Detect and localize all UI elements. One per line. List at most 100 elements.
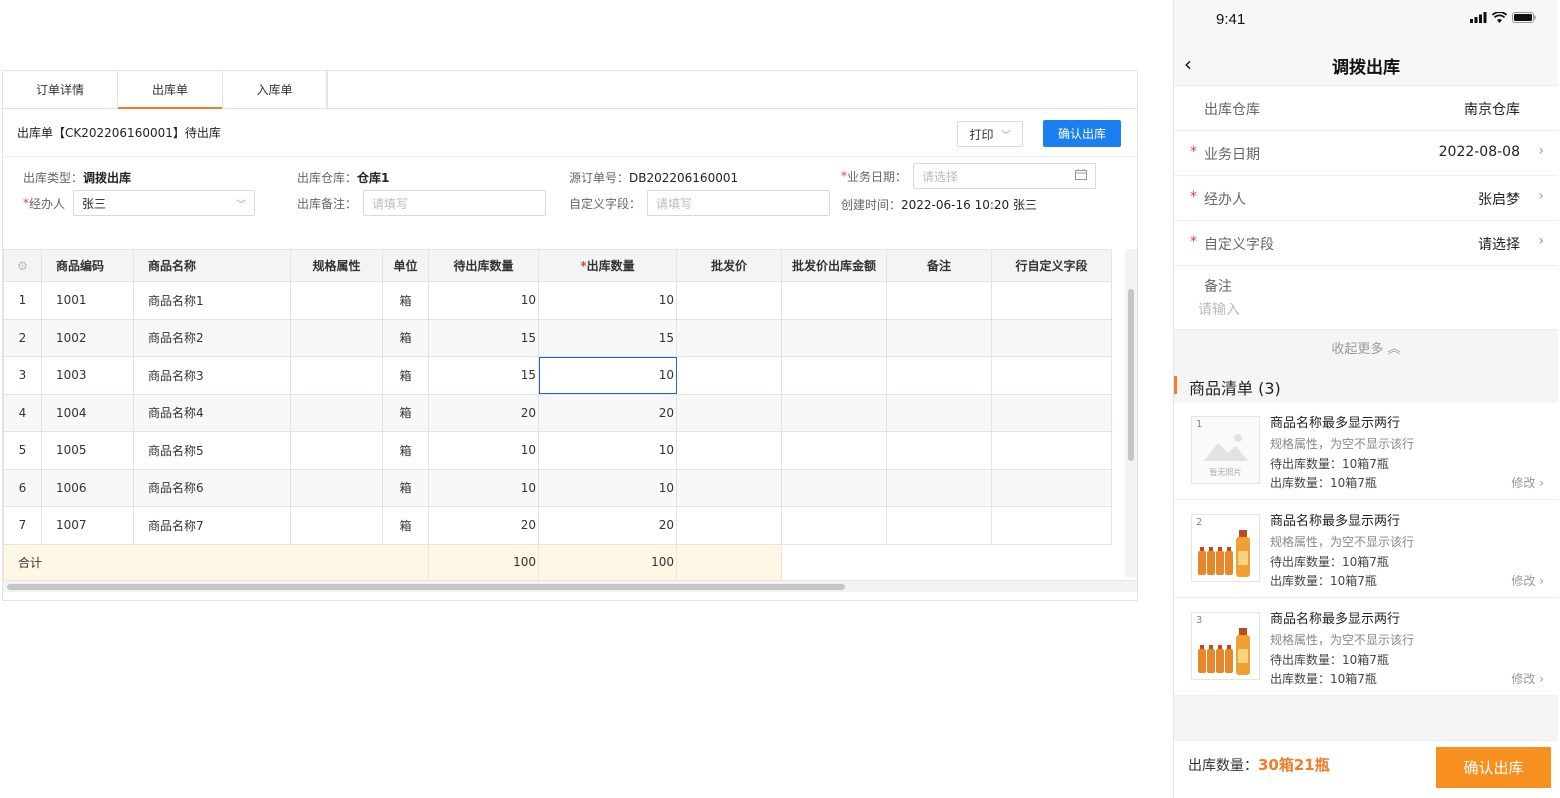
edit-link[interactable]: 修改 › bbox=[1511, 572, 1544, 589]
cell-row-custom[interactable] bbox=[991, 356, 1112, 395]
calendar-icon bbox=[1075, 169, 1088, 183]
item-out: 出库数量：10箱7瓶 bbox=[1270, 574, 1377, 588]
goods-table-wrapper: ⚙ 商品编码 商品名称 规格属性 单位 待出库数量 *出库数量 批发价 批发价出… bbox=[3, 249, 1112, 581]
col-header-price: 批发价 bbox=[676, 249, 782, 282]
cell-row-custom[interactable] bbox=[991, 281, 1112, 320]
row-index: 5 bbox=[3, 431, 42, 470]
total-empty bbox=[886, 544, 992, 580]
note-row[interactable]: 备注 请输入 bbox=[1174, 266, 1558, 330]
scrollbar-thumb[interactable] bbox=[7, 584, 845, 590]
cell-amount bbox=[781, 431, 887, 470]
cell-row-custom[interactable] bbox=[991, 468, 1112, 507]
cell-out-qty[interactable]: 10 bbox=[538, 468, 677, 507]
cell-spec bbox=[290, 318, 383, 357]
chevron-up-icon: ︽ bbox=[1387, 342, 1401, 357]
cell-remark[interactable] bbox=[886, 318, 992, 357]
cell-amount bbox=[781, 393, 887, 432]
custom-input[interactable]: 请填写 bbox=[647, 190, 831, 216]
cell-row-custom[interactable] bbox=[991, 506, 1112, 545]
cell-price bbox=[676, 281, 782, 320]
handler-row[interactable]: * 经办人 张启梦 › bbox=[1174, 176, 1558, 221]
note-placeholder[interactable]: 请输入 bbox=[1198, 299, 1240, 319]
remark-input[interactable]: 请填写 bbox=[363, 190, 547, 216]
cell-out-qty-editing[interactable]: 10 bbox=[538, 356, 677, 395]
source-order-field: 源订单号： DB202206160001 bbox=[569, 169, 738, 186]
cell-code: 1006 bbox=[41, 468, 134, 507]
item-out: 出库数量：10箱7瓶 bbox=[1270, 672, 1377, 686]
date-picker[interactable]: 请选择 bbox=[913, 163, 1097, 189]
custom-value: 请选择 bbox=[1478, 237, 1520, 253]
collapse-more-toggle[interactable]: 收起更多 ︽ bbox=[1174, 330, 1558, 370]
item-pending: 待出库数量：10箱7瓶 bbox=[1270, 457, 1389, 471]
confirm-outbound-button[interactable]: 确认出库 bbox=[1436, 747, 1551, 788]
required-mark: * bbox=[1190, 234, 1197, 250]
cell-pending: 10 bbox=[428, 281, 539, 320]
tab-inbound-order[interactable]: 入库单 bbox=[222, 71, 327, 108]
item-name: 商品名称最多显示两行 bbox=[1270, 514, 1401, 529]
vertical-scrollbar[interactable] bbox=[1125, 249, 1137, 577]
scrollbar-thumb[interactable] bbox=[1128, 289, 1134, 461]
cell-row-custom[interactable] bbox=[991, 393, 1112, 432]
item-pending: 待出库数量：10箱7瓶 bbox=[1270, 555, 1389, 569]
section-accent-bar bbox=[1174, 376, 1177, 394]
horizontal-scrollbar[interactable] bbox=[3, 580, 1137, 592]
custom-label: 自定义字段 bbox=[1204, 237, 1274, 253]
tab-order-detail[interactable]: 订单详情 bbox=[3, 71, 118, 108]
note-label: 备注 bbox=[1204, 279, 1232, 295]
cell-remark[interactable] bbox=[886, 393, 992, 432]
order-header: 出库单【CK202206160001】待出库 打印 ﹀ 确认出库 bbox=[3, 109, 1137, 157]
tab-outbound-order[interactable]: 出库单 bbox=[118, 71, 222, 109]
cell-out-qty[interactable]: 20 bbox=[538, 506, 677, 545]
custom-field-row[interactable]: * 自定义字段 请选择 › bbox=[1174, 221, 1558, 266]
date-placeholder: 请选择 bbox=[922, 169, 959, 184]
cell-name: 商品名称6 bbox=[133, 468, 291, 507]
cell-price bbox=[676, 506, 782, 545]
cell-spec bbox=[290, 468, 383, 507]
order-form: 出库类型： 调拨出库 出库仓库： 仓库1 源订单号： DB20220616000… bbox=[3, 157, 1137, 249]
confirm-outbound-button[interactable]: 确认出库 bbox=[1043, 120, 1121, 147]
cell-spec bbox=[290, 356, 383, 395]
cell-remark[interactable] bbox=[886, 506, 992, 545]
cell-unit: 箱 bbox=[382, 318, 429, 357]
cell-remark[interactable] bbox=[886, 468, 992, 507]
required-mark: * bbox=[1190, 189, 1197, 205]
column-settings-icon[interactable]: ⚙ bbox=[3, 249, 42, 282]
created-field: 创建时间： 2022-06-16 10:20 张三 bbox=[841, 196, 1037, 213]
print-label: 打印 bbox=[969, 127, 994, 142]
cell-out-qty[interactable]: 10 bbox=[538, 281, 677, 320]
status-icons bbox=[1470, 11, 1536, 26]
goods-list-title: 商品清单 (3) bbox=[1189, 379, 1281, 398]
date-row[interactable]: * 业务日期 2022-08-08 › bbox=[1174, 131, 1558, 176]
edit-link[interactable]: 修改 › bbox=[1511, 474, 1544, 491]
col-header-remark: 备注 bbox=[886, 249, 992, 282]
cell-remark[interactable] bbox=[886, 281, 992, 320]
cell-code: 1002 bbox=[41, 318, 134, 357]
table-row: 1 1001 商品名称1 箱 10 10 bbox=[3, 281, 1112, 320]
cell-pending: 20 bbox=[428, 506, 539, 545]
warehouse-field: 出库仓库： 仓库1 bbox=[297, 169, 389, 186]
cell-spec bbox=[290, 506, 383, 545]
warehouse-value: 仓库1 bbox=[357, 171, 390, 185]
cell-row-custom[interactable] bbox=[991, 431, 1112, 470]
cell-out-qty[interactable]: 10 bbox=[538, 431, 677, 470]
cell-price bbox=[676, 393, 782, 432]
custom-placeholder: 请填写 bbox=[656, 196, 693, 211]
cell-amount bbox=[781, 468, 887, 507]
cell-remark[interactable] bbox=[886, 356, 992, 395]
print-button[interactable]: 打印 ﹀ bbox=[957, 121, 1023, 147]
remark-field: 出库备注： 请填写 bbox=[297, 190, 547, 216]
item-attr: 规格属性，为空不显示该行 bbox=[1270, 633, 1415, 647]
product-image-placeholder: 1 暂无照片 bbox=[1191, 416, 1260, 484]
cell-unit: 箱 bbox=[382, 506, 429, 545]
total-label: 合计 bbox=[3, 543, 429, 581]
item-name: 商品名称最多显示两行 bbox=[1270, 612, 1401, 627]
cell-row-custom[interactable] bbox=[991, 318, 1112, 357]
handler-select[interactable]: 张三 ﹀ bbox=[73, 190, 256, 216]
edit-link[interactable]: 修改 › bbox=[1511, 670, 1544, 687]
cell-out-qty[interactable]: 15 bbox=[538, 318, 677, 357]
mobile-screen: 9:41 ‹ 调拨出库 出库仓库 南京仓库 * 业务日期 2022-08-08 … bbox=[1173, 0, 1558, 798]
cell-remark[interactable] bbox=[886, 431, 992, 470]
cell-unit: 箱 bbox=[382, 431, 429, 470]
type-field: 出库类型： 调拨出库 bbox=[23, 169, 131, 186]
cell-out-qty[interactable]: 20 bbox=[538, 393, 677, 432]
